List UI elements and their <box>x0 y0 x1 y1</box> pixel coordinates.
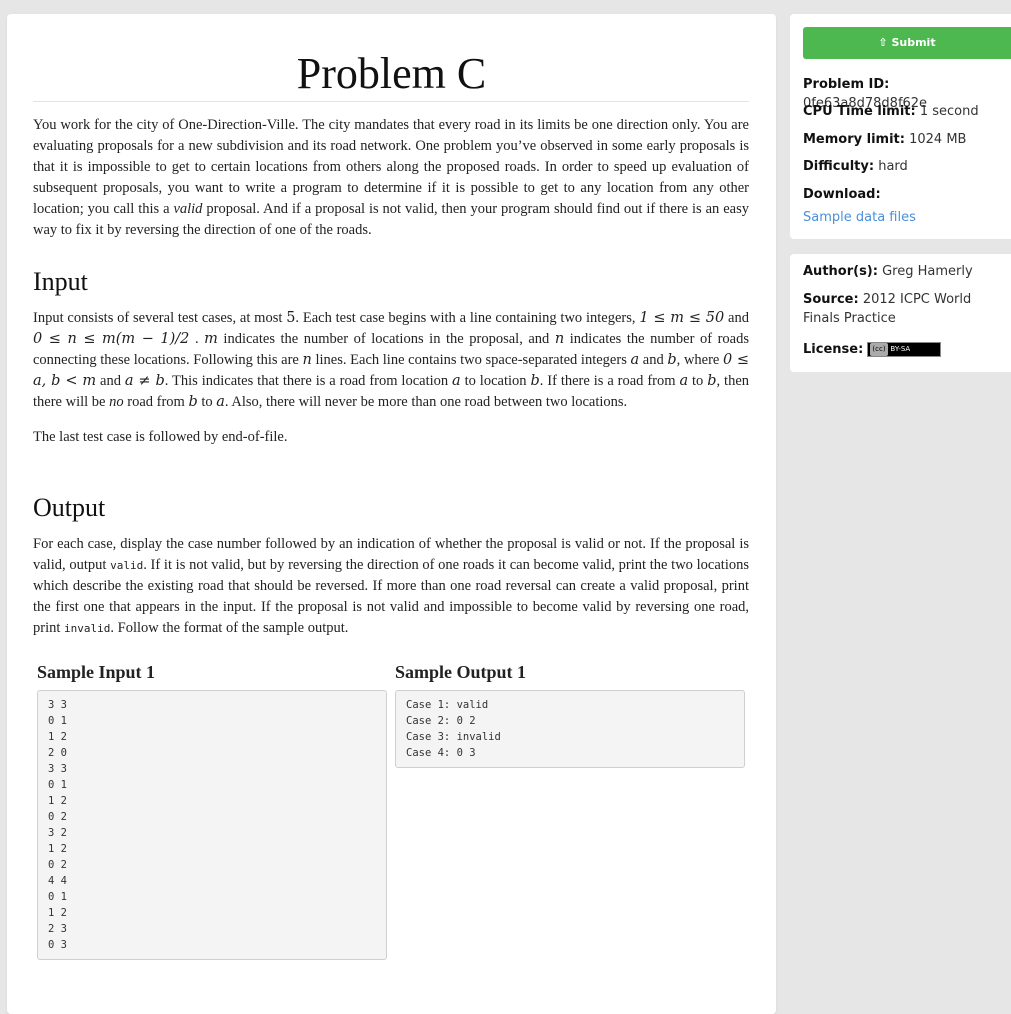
problem-meta-panel: Author(s): Greg Hamerly Source: 2012 ICP… <box>790 254 1011 372</box>
sample-line: 3 3 <box>48 699 67 711</box>
license-badge[interactable]: (cc) BY-SA <box>867 342 942 357</box>
upload-icon: ⇧ <box>878 36 888 49</box>
sample-line: 1 2 <box>48 731 67 743</box>
sample-output: Sample Output 1 Case 1: valid Case 2: 0 2… <box>395 660 745 768</box>
page-title: Problem C <box>296 49 487 98</box>
sample-line: 4 4 <box>48 875 67 887</box>
problem-statement: You work for the city of One-Direction-V… <box>33 115 749 255</box>
sample-line: Case 4: 0 3 <box>406 747 476 759</box>
sample-line: 0 2 <box>48 811 67 823</box>
input-section: Input <box>33 266 749 298</box>
output-section: Output <box>33 492 749 524</box>
sample-line: 3 2 <box>48 827 67 839</box>
sample-input-heading: Sample Input 1 <box>37 662 156 682</box>
sample-line: 1 2 <box>48 795 67 807</box>
source-row: Source: 2012 ICPC World Finals Practice <box>803 292 972 326</box>
authors-row: Author(s): Greg Hamerly <box>803 264 973 279</box>
output-description: For each case, display the case number f… <box>33 534 749 653</box>
download-link-row: Sample data files <box>803 208 1008 227</box>
sample-line: 1 2 <box>48 907 67 919</box>
sample-output-box[interactable]: Case 1: valid Case 2: 0 2 Case 3: invalid C… <box>395 690 745 768</box>
difficulty-row: Difficulty: hard <box>803 159 908 174</box>
sample-line: 3 3 <box>48 763 67 775</box>
problem-panel: Problem C You work for the city of One-D… <box>7 14 776 1014</box>
sample-line: 1 2 <box>48 843 67 855</box>
output-heading: Output <box>33 493 106 522</box>
input-heading: Input <box>33 267 88 296</box>
sample-output-heading: Sample Output 1 <box>395 662 527 682</box>
sample-data-link[interactable]: Sample data files <box>803 210 916 225</box>
sample-line: 2 3 <box>48 923 67 935</box>
input-eof-paragraph: The last test case is followed by end-of… <box>33 429 288 445</box>
output-paragraph: For each case, display the case number f… <box>33 536 749 636</box>
statement-paragraph: You work for the city of One-Direction-V… <box>33 117 749 238</box>
problem-info-panel: ⇧ Submit Problem ID: 0fe63a8d78d8f62e CP… <box>790 14 1011 239</box>
memory-limit-row: Memory limit: 1024 MB <box>803 132 967 147</box>
sample-line: 2 0 <box>48 747 67 759</box>
input-description: Input consists of several test cases, at… <box>33 308 749 462</box>
sample-line: 0 1 <box>48 891 67 903</box>
cpu-limit-row: CPU Time limit: 1 second <box>803 104 979 119</box>
sample-input-box[interactable]: 3 3 0 1 1 2 2 0 3 3 0 1 1 2 0 2 3 2 1 2 0 2 4 4 0 1 1… <box>37 690 387 960</box>
sample-line: Case 2: 0 2 <box>406 715 476 727</box>
input-paragraph: Input consists of several test cases, at… <box>33 310 750 410</box>
sample-line: 0 1 <box>48 779 67 791</box>
sample-line: 0 3 <box>48 939 67 951</box>
download-row: Download: <box>803 187 881 202</box>
sample-line: Case 3: invalid <box>406 731 501 743</box>
sample-line: 0 1 <box>48 715 67 727</box>
license-row: License: (cc) BY-SA <box>803 340 1008 359</box>
sample-input: Sample Input 1 3 30 11 22 03 30 11 20 23… <box>37 660 387 960</box>
submit-button[interactable]: ⇧ Submit <box>803 27 1011 59</box>
sample-line: Case 1: valid <box>406 699 489 711</box>
title-divider <box>33 101 749 102</box>
samples: Sample Input 1 3 30 11 22 03 30 11 20 23… <box>37 660 747 960</box>
sample-line: 0 2 <box>48 859 67 871</box>
